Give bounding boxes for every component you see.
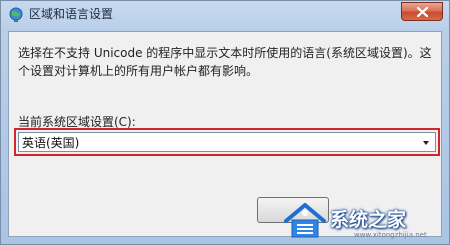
close-button[interactable]: [401, 2, 443, 21]
close-icon: [417, 7, 428, 17]
watermark-url: www.xitongzhijia.net: [354, 231, 427, 239]
chevron-down-icon[interactable]: [420, 137, 432, 149]
watermark: 系统之家 www.xitongzhijia.net: [282, 197, 450, 245]
window-title: 区域和语言设置: [29, 7, 114, 21]
highlight-box: 英语(英国): [14, 128, 440, 156]
house-logo: [284, 203, 326, 238]
system-locale-select[interactable]: 英语(英国): [18, 132, 436, 152]
title-bar[interactable]: 区域和语言设置: [1, 1, 449, 31]
select-value: 英语(英国): [22, 136, 80, 150]
description-text: 选择在不支持 Unicode 的程序中显示文本时所使用的语言(系统区域设置)。这…: [18, 46, 432, 78]
watermark-text: 系统之家: [330, 209, 407, 231]
globe-icon: [9, 7, 23, 22]
